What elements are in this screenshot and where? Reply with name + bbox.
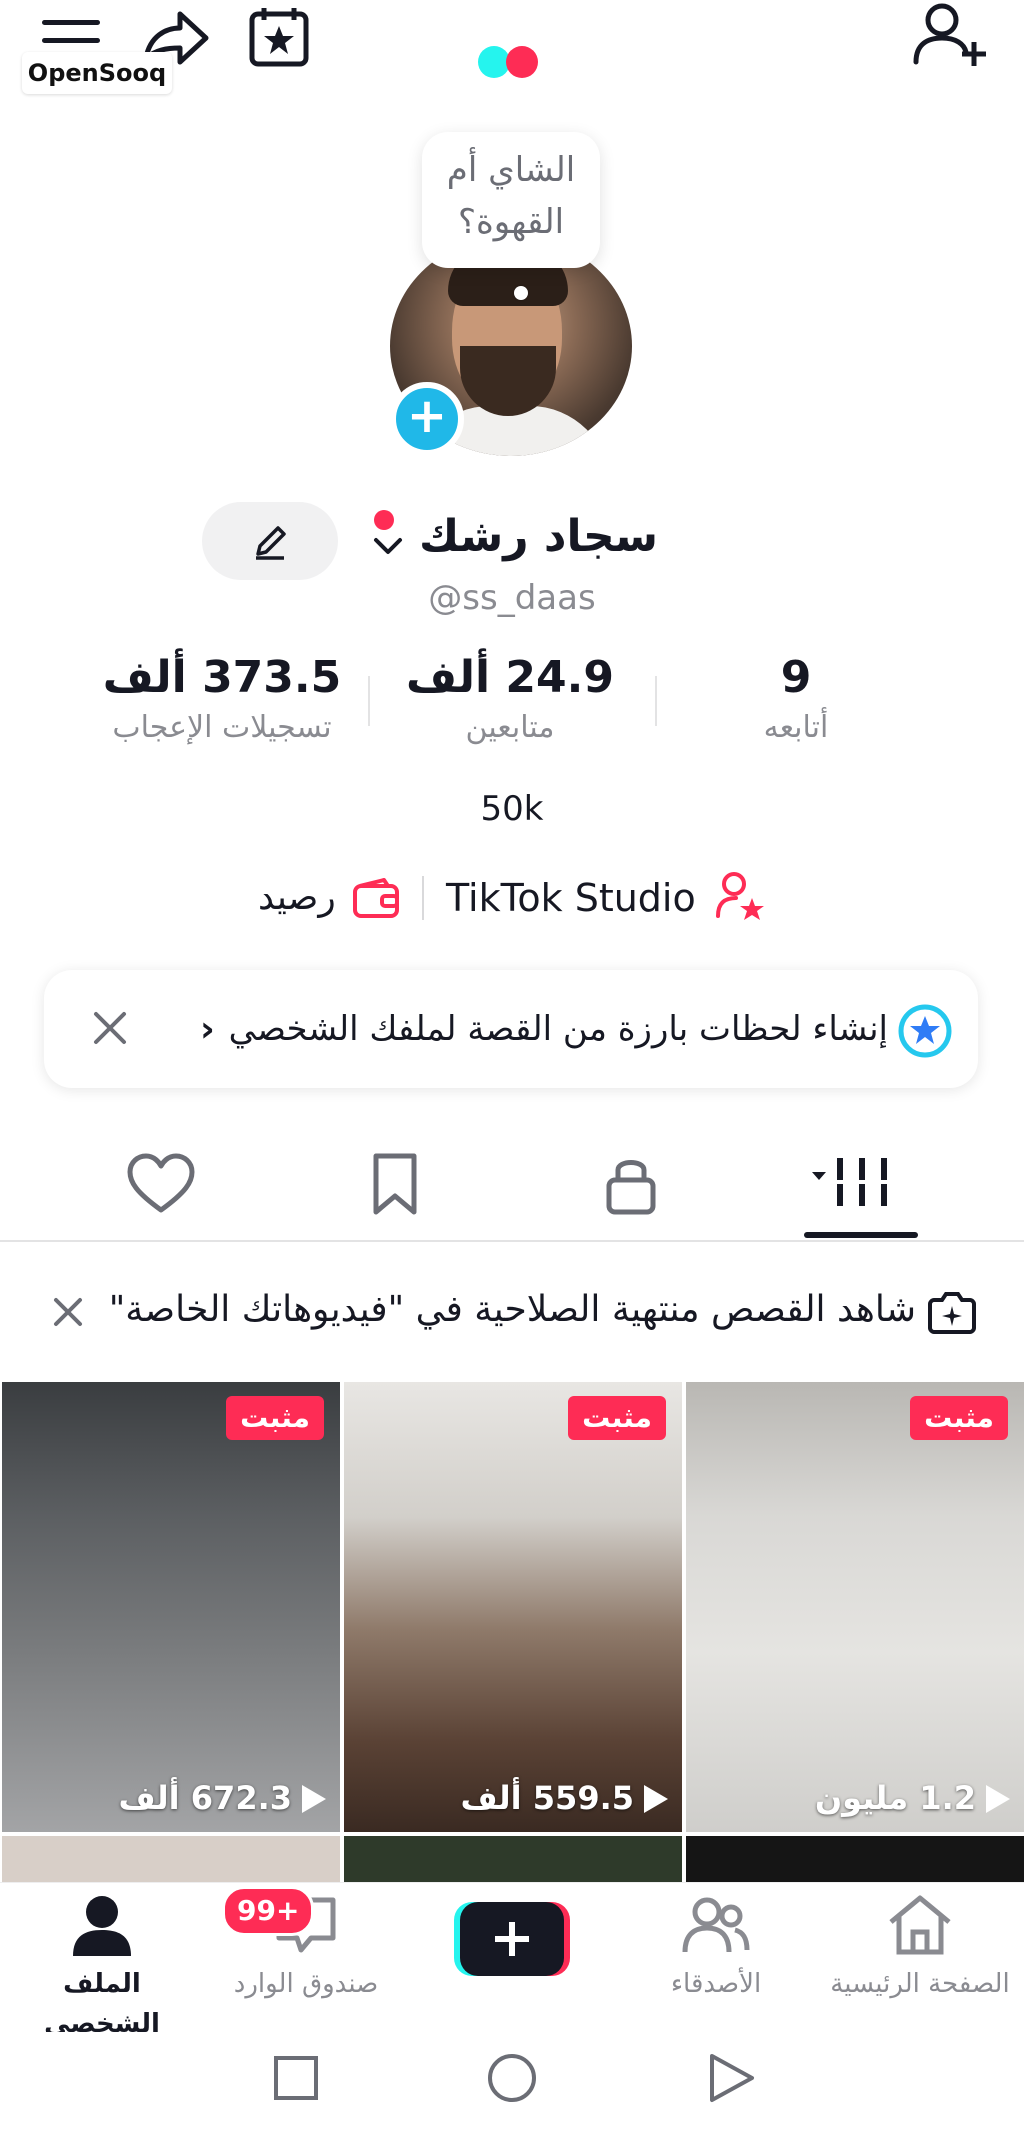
- tiktok-logo: [476, 44, 546, 80]
- star-badge-icon: [898, 1004, 952, 1058]
- profile-username: @ss_daas: [428, 578, 596, 618]
- nav-profile[interactable]: الملف الشخصي: [2, 1894, 202, 2044]
- wallet-icon[interactable]: [352, 878, 400, 920]
- view-count: 559.5 ألف: [344, 1778, 682, 1818]
- watermark-logo: OpenSooq: [22, 52, 172, 94]
- home-circle-icon[interactable]: [486, 2052, 538, 2104]
- expired-stories-notice[interactable]: شاهد القصص منتهية الصلاحية في "فيديوهاتك…: [109, 1284, 916, 1336]
- video-tile[interactable]: مثبت 559.5 ألف: [344, 1382, 682, 1832]
- following-label: أتابعه: [763, 710, 829, 745]
- row-divider: [422, 876, 424, 920]
- chevron-right-icon: ›: [200, 1009, 215, 1050]
- nav-inbox-label: صندوق الوارد: [233, 1969, 379, 1999]
- pinned-badge: مثبت: [226, 1396, 324, 1440]
- videos-grid-icon[interactable]: [812, 1152, 890, 1216]
- lock-icon[interactable]: [596, 1152, 666, 1216]
- nav-friends[interactable]: الأصدقاء: [616, 1894, 816, 2004]
- back-triangle-icon[interactable]: [704, 2052, 756, 2104]
- play-icon: [644, 1785, 668, 1813]
- account-switch-chevron-icon[interactable]: [364, 506, 414, 566]
- nav-home[interactable]: الصفحة الرئيسية: [820, 1894, 1020, 2004]
- sparkle-icon: [928, 1290, 976, 1334]
- following-count: 9: [780, 652, 812, 703]
- inbox-badge: 99+: [222, 1886, 315, 1936]
- video-tile[interactable]: مثبت 1.2 مليون: [686, 1382, 1024, 1832]
- top-bar: OpenSooq: [0, 0, 1024, 120]
- edit-profile-button[interactable]: [202, 502, 338, 580]
- create-button[interactable]: [452, 1898, 572, 1978]
- followers-stat[interactable]: 24.9 ألف متابعين: [390, 648, 630, 748]
- close-icon[interactable]: [88, 1006, 132, 1050]
- view-count: 1.2 مليون: [686, 1778, 1024, 1818]
- play-icon: [986, 1785, 1010, 1813]
- likes-count: 373.5 ألف: [102, 652, 342, 703]
- nav-home-label: الصفحة الرئيسية: [830, 1969, 1010, 1999]
- highlights-banner-text: إنشاء لحظات بارزة من القصة لملفك الشخصي: [228, 1009, 888, 1049]
- tabs-divider: [0, 1240, 1024, 1242]
- stat-divider: [655, 676, 657, 726]
- pencil-icon: [256, 526, 286, 560]
- followers-count: 24.9 ألف: [406, 652, 614, 703]
- calendar-star-icon[interactable]: [246, 4, 312, 70]
- pinned-badge: مثبت: [568, 1396, 666, 1440]
- profile-bio: 50k: [480, 789, 544, 829]
- likes-label: تسجيلات الإعجاب: [112, 710, 332, 745]
- tiktok-studio-icon[interactable]: [716, 870, 766, 922]
- add-friend-icon[interactable]: [912, 0, 988, 72]
- add-story-plus-icon[interactable]: +: [390, 382, 464, 456]
- profile-icon: [73, 1896, 131, 1956]
- friends-icon: [682, 1897, 750, 1953]
- balance-link[interactable]: رصيد: [258, 868, 336, 928]
- profile-name: سجاد رشك: [419, 511, 658, 562]
- view-count: 672.3 ألف: [2, 1778, 340, 1818]
- bubble-pointer: [514, 286, 528, 300]
- play-icon: [302, 1785, 326, 1813]
- home-icon: [889, 1895, 951, 1955]
- bookmark-icon[interactable]: [360, 1152, 430, 1216]
- recents-square-icon[interactable]: [270, 2052, 322, 2104]
- heart-icon[interactable]: [126, 1152, 196, 1216]
- stat-divider: [368, 676, 370, 726]
- tiktok-studio-link[interactable]: TikTok Studio: [446, 868, 696, 928]
- close-icon[interactable]: [50, 1294, 86, 1330]
- pinned-badge: مثبت: [910, 1396, 1008, 1440]
- followers-label: متابعين: [465, 710, 555, 745]
- note-bubble[interactable]: الشاي أم القهوة؟: [422, 132, 600, 268]
- active-tab-indicator: [804, 1232, 918, 1238]
- video-tile[interactable]: مثبت 672.3 ألف: [2, 1382, 340, 1832]
- nav-friends-label: الأصدقاء: [670, 1969, 762, 1999]
- following-stat[interactable]: 9 أتابعه: [706, 648, 886, 748]
- likes-stat[interactable]: 373.5 ألف تسجيلات الإعجاب: [92, 648, 352, 748]
